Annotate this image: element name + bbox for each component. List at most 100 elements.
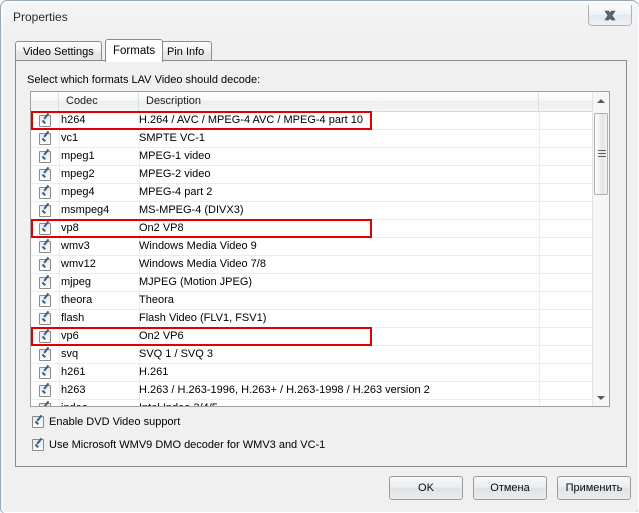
row-checkbox-cell[interactable] (31, 202, 59, 219)
close-button[interactable] (588, 5, 632, 26)
tab-formats[interactable]: Formats (105, 39, 163, 62)
scroll-down-button[interactable] (593, 389, 609, 406)
checkbox-use-wmv9-dmo[interactable] (32, 439, 44, 451)
row-checkbox-cell[interactable] (31, 184, 59, 201)
checkbox-enable-dvd-video[interactable] (32, 416, 44, 428)
grip-icon (598, 150, 606, 158)
ok-button[interactable]: OK (389, 476, 463, 500)
checkbox-svq[interactable] (39, 349, 51, 361)
checkbox-h264[interactable] (39, 115, 51, 127)
list-vertical-scrollbar[interactable] (592, 92, 609, 406)
row-checkbox-cell[interactable] (31, 310, 59, 327)
row-checkbox-cell[interactable] (31, 292, 59, 309)
column-separator (539, 202, 540, 219)
column-header-extra[interactable] (539, 92, 593, 111)
table-row[interactable]: vp8On2 VP8 (31, 220, 593, 238)
checkbox-mpeg4[interactable] (39, 187, 51, 199)
column-separator (539, 364, 540, 381)
checkbox-h261[interactable] (39, 367, 51, 379)
column-header-description[interactable]: Description (139, 92, 539, 111)
table-row[interactable]: mjpegMJPEG (Motion JPEG) (31, 274, 593, 292)
column-separator (59, 238, 60, 255)
cell-description: MPEG-2 video (139, 166, 539, 183)
column-separator (539, 112, 540, 129)
table-row[interactable]: vp6On2 VP6 (31, 328, 593, 346)
cell-description: H.264 / AVC / MPEG-4 AVC / MPEG-4 part 1… (139, 112, 539, 129)
table-row[interactable]: h264H.264 / AVC / MPEG-4 AVC / MPEG-4 pa… (31, 112, 593, 130)
column-separator (59, 400, 60, 407)
formats-list[interactable]: Codec Description h264H.264 / AVC / MPEG… (30, 91, 610, 407)
table-row[interactable]: mpeg1MPEG-1 video (31, 148, 593, 166)
cell-codec: theora (61, 292, 92, 309)
column-header-checkbox[interactable] (31, 92, 59, 111)
table-row[interactable]: flashFlash Video (FLV1, FSV1) (31, 310, 593, 328)
table-row[interactable]: wmv3Windows Media Video 9 (31, 238, 593, 256)
tab-pin-info[interactable]: Pin Info (159, 41, 212, 61)
cancel-button[interactable]: Отмена (473, 476, 547, 500)
table-row[interactable]: mpeg2 MPEG-2 video (31, 166, 593, 184)
row-checkbox-cell[interactable] (31, 328, 59, 345)
table-row[interactable]: theora Theora (31, 292, 593, 310)
row-checkbox-cell[interactable] (31, 382, 59, 399)
cell-codec: wmv12 (61, 256, 96, 273)
row-checkbox-cell[interactable] (31, 166, 59, 183)
window-title: Properties (13, 10, 68, 24)
column-header-codec[interactable]: Codec (59, 92, 139, 111)
scroll-up-button[interactable] (593, 92, 609, 109)
table-row[interactable]: mpeg4MPEG-4 part 2 (31, 184, 593, 202)
table-row[interactable]: h261H.261 (31, 364, 593, 382)
option-use-wmv9-dmo[interactable]: Use Microsoft WMV9 DMO decoder for WMV3 … (32, 437, 325, 453)
row-checkbox-cell[interactable] (31, 112, 59, 129)
table-row[interactable]: indeoIntel Indeo 3/4/5 (31, 400, 593, 407)
row-checkbox-cell[interactable] (31, 238, 59, 255)
column-separator (539, 130, 540, 147)
column-separator (539, 148, 540, 165)
scrollbar-thumb[interactable] (594, 113, 608, 195)
cell-codec: vp6 (61, 328, 79, 345)
cell-description: Theora (139, 292, 539, 309)
checkbox-mjpeg[interactable] (39, 277, 51, 289)
table-row[interactable]: svqSVQ 1 / SVQ 3 (31, 346, 593, 364)
cell-description: H.263 / H.263-1996, H.263+ / H.263-1998 … (139, 382, 539, 399)
row-checkbox-cell[interactable] (31, 364, 59, 381)
cell-codec: mpeg2 (61, 166, 95, 183)
row-checkbox-cell[interactable] (31, 130, 59, 147)
column-separator (539, 274, 540, 291)
cell-description: Intel Indeo 3/4/5 (139, 400, 539, 407)
table-row[interactable]: h263H.263 / H.263-1996, H.263+ / H.263-1… (31, 382, 593, 400)
cell-codec: wmv3 (61, 238, 90, 255)
checkbox-wmv12[interactable] (39, 259, 51, 271)
cell-description: MS-MPEG-4 (DIVX3) (139, 202, 539, 219)
row-checkbox-cell[interactable] (31, 220, 59, 237)
checkbox-mpeg2[interactable] (39, 169, 51, 181)
row-checkbox-cell[interactable] (31, 256, 59, 273)
row-checkbox-cell[interactable] (31, 148, 59, 165)
option-enable-dvd-video[interactable]: Enable DVD Video support (32, 414, 180, 430)
checkbox-h263[interactable] (39, 385, 51, 397)
row-checkbox-cell[interactable] (31, 274, 59, 291)
table-row[interactable]: vc1SMPTE VC-1 (31, 130, 593, 148)
checkbox-wmv3[interactable] (39, 241, 51, 253)
column-separator (59, 256, 60, 273)
apply-button[interactable]: Применить (557, 476, 631, 500)
checkbox-theora[interactable] (39, 295, 51, 307)
row-checkbox-cell[interactable] (31, 400, 59, 407)
column-separator (539, 310, 540, 327)
checkbox-indeo[interactable] (39, 403, 51, 408)
tab-video-settings[interactable]: Video Settings (15, 41, 102, 61)
cell-codec: h261 (61, 364, 85, 381)
arrow-down-icon (597, 396, 605, 400)
checkbox-vc1[interactable] (39, 133, 51, 145)
option-label-use-wmv9-dmo: Use Microsoft WMV9 DMO decoder for WMV3 … (49, 439, 325, 451)
table-row[interactable]: wmv12Windows Media Video 7/8 (31, 256, 593, 274)
table-row[interactable]: msmpeg4MS-MPEG-4 (DIVX3) (31, 202, 593, 220)
title-bar[interactable]: Properties (3, 3, 638, 33)
checkbox-msmpeg4[interactable] (39, 205, 51, 217)
checkbox-flash[interactable] (39, 313, 51, 325)
checkbox-vp8[interactable] (39, 223, 51, 235)
row-checkbox-cell[interactable] (31, 346, 59, 363)
checkbox-vp6[interactable] (39, 331, 51, 343)
checkbox-mpeg1[interactable] (39, 151, 51, 163)
column-separator (59, 292, 60, 309)
list-rows: h264H.264 / AVC / MPEG-4 AVC / MPEG-4 pa… (31, 112, 593, 407)
